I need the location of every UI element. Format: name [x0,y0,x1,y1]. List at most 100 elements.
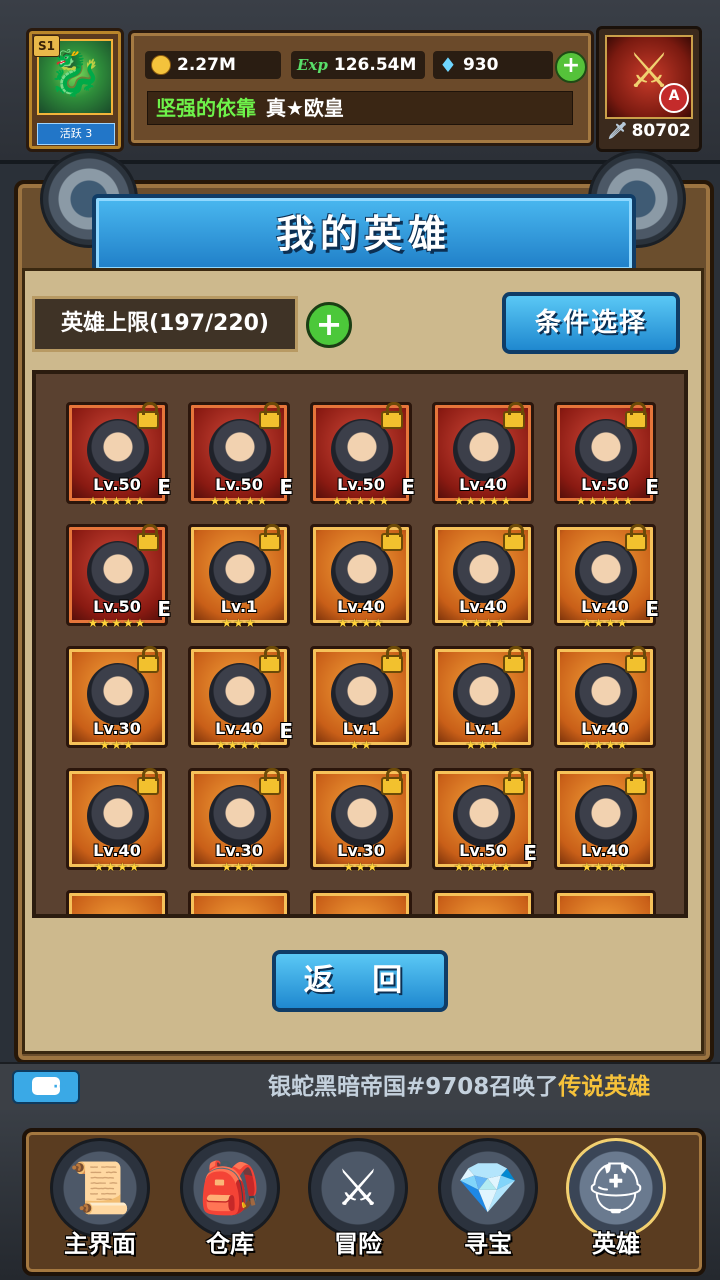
star-icon: ★ [494,616,507,630]
star-icon: ★ [593,616,605,630]
hero-card[interactable]: Lv.40 ★★★★ [554,646,656,751]
hero-card[interactable]: Lv.50 E ★★★★★ [66,524,171,629]
hero-level: Lv.50 [93,597,141,616]
chat-ticker[interactable]: 银蛇黑暗帝国#9708召唤了传说英雄 [268,1064,718,1110]
hero-card[interactable]: Lv.50 E ★★★★★ [554,402,659,507]
nav-item-4[interactable]: 💎 寻宝 [428,1122,548,1262]
star-icon: ★ [134,494,147,508]
player-avatar[interactable]: 🐉 S1 活跃 3 [26,28,124,152]
lock-icon[interactable] [503,768,525,795]
hero-card-partial[interactable] [432,890,534,914]
star-icon: ★ [244,860,257,874]
hero-card[interactable]: Lv.40 ★★★★★ [432,402,534,507]
hero-card[interactable]: Lv.40 ★★★★ [310,524,412,629]
lock-icon[interactable] [503,524,525,551]
hero-level: Lv.1 [464,719,502,738]
power-value: 80702 [631,121,691,141]
activity-level-label: 活跃 3 [37,123,115,145]
back-button[interactable]: 返 回 [272,950,448,1012]
expand-hero-limit-button[interactable]: + [306,302,352,348]
star-icon: ★ [244,616,257,630]
chat-highlight: 传说英雄 [558,1074,651,1100]
backpack-icon: 🎒 [180,1138,280,1238]
hero-level: Lv.40 [581,841,629,860]
star-icon: ★ [459,616,472,630]
hero-card[interactable]: Lv.1 ★★★ [188,524,290,629]
chat-message: 银蛇黑暗帝国#9708召唤了 [268,1074,559,1100]
lock-icon[interactable] [381,524,403,551]
lock-icon[interactable] [137,768,159,795]
hero-card-partial[interactable] [310,890,412,914]
lock-icon[interactable] [381,646,403,673]
hero-card[interactable]: Lv.40 ★★★★ [432,524,534,629]
hero-level: Lv.40 [459,597,507,616]
lock-icon[interactable] [259,646,281,673]
guild-name: 坚强的依靠 [156,96,256,120]
star-rating: ★★★ [435,739,531,751]
lock-icon[interactable] [381,768,403,795]
lock-icon[interactable] [137,646,159,673]
hero-grid: Lv.50 E ★★★★★ Lv.50 E ★★★★★ Lv.50 E ★★★★★ Lv.40 ★★… [32,370,688,918]
lock-icon[interactable] [259,524,281,551]
star-icon: ★ [244,494,257,508]
lock-icon[interactable] [625,402,647,429]
hero-level: Lv.40 [93,841,141,860]
lock-icon[interactable] [625,524,647,551]
lock-icon[interactable] [625,646,647,673]
hero-card[interactable]: Lv.50 E ★★★★★ [66,402,171,507]
sword-emblem-icon: ⚔ [308,1138,408,1238]
hero-card[interactable]: Lv.40 E ★★★★ [554,524,659,629]
hero-card[interactable]: Lv.40 E ★★★★ [188,646,293,751]
hero-card[interactable]: Lv.1 ★★ [310,646,412,751]
hero-card[interactable]: Lv.1 ★★★ [432,646,534,751]
star-icon: ★ [355,860,367,874]
player-stats-panel: 2.27M Exp 126.54M ♦ 930 + 坚强的依靠 真★欧皇 [128,30,594,146]
filter-button[interactable]: 条件选择 [502,292,680,354]
star-icon: ★ [331,494,344,508]
star-icon: ★ [605,616,617,630]
lock-icon[interactable] [259,768,281,795]
lock-icon[interactable] [625,768,647,795]
hero-limit-label: 英雄上限(197/220) [32,296,298,352]
star-rating: ★★★★ [69,861,165,873]
guild-title-bar: 坚强的依靠 真★欧皇 [147,91,573,125]
combat-power-panel[interactable]: ⚔ A 🗡 80702 [596,26,702,152]
lock-icon[interactable] [503,402,525,429]
hero-level: Lv.1 [342,719,380,738]
hero-card[interactable]: Lv.50 E ★★★★★ [188,402,293,507]
hero-card-partial[interactable] [188,890,290,914]
star-icon: ★ [343,860,356,874]
hero-card[interactable]: Lv.40 ★★★★ [554,768,656,873]
lock-icon[interactable] [137,402,159,429]
star-icon: ★ [500,860,513,874]
chat-button[interactable]: ··· [12,1070,80,1104]
hero-level: Lv.40 [581,719,629,738]
nav-item-2[interactable]: 🎒 仓库 [170,1122,290,1262]
nav-item-3[interactable]: ⚔ 冒险 [298,1122,418,1262]
hero-card[interactable]: Lv.40 ★★★★ [66,768,168,873]
lock-icon[interactable] [381,402,403,429]
hero-card[interactable]: Lv.50 E ★★★★★ [432,768,537,873]
nav-item-1[interactable]: 📜 主界面 [40,1122,160,1262]
hero-card-partial[interactable] [66,890,168,914]
star-icon: ★ [500,494,513,508]
star-rating: ★★★★★ [191,495,287,507]
lock-icon[interactable] [503,646,525,673]
hero-card[interactable]: Lv.50 E ★★★★★ [310,402,415,507]
nav-item-5[interactable]: ⛑ 英雄 [556,1122,676,1262]
star-icon: ★ [622,494,635,508]
star-icon: ★ [488,494,501,508]
hero-card-partial[interactable] [554,890,656,914]
star-icon: ★ [465,860,478,874]
star-icon: ★ [378,494,391,508]
lock-icon[interactable] [259,402,281,429]
hero-card[interactable]: Lv.30 ★★★ [66,646,168,751]
helmet-icon: ⛑ [566,1138,666,1238]
lock-icon[interactable] [137,524,159,551]
crystal-icon: 💎 [438,1138,538,1238]
sword-icon: 🗡 [607,121,628,140]
add-diamonds-button[interactable]: + [555,51,587,83]
hero-card[interactable]: Lv.30 ★★★ [188,768,290,873]
exp-icon: Exp [297,56,328,74]
hero-card[interactable]: Lv.30 ★★★ [310,768,412,873]
